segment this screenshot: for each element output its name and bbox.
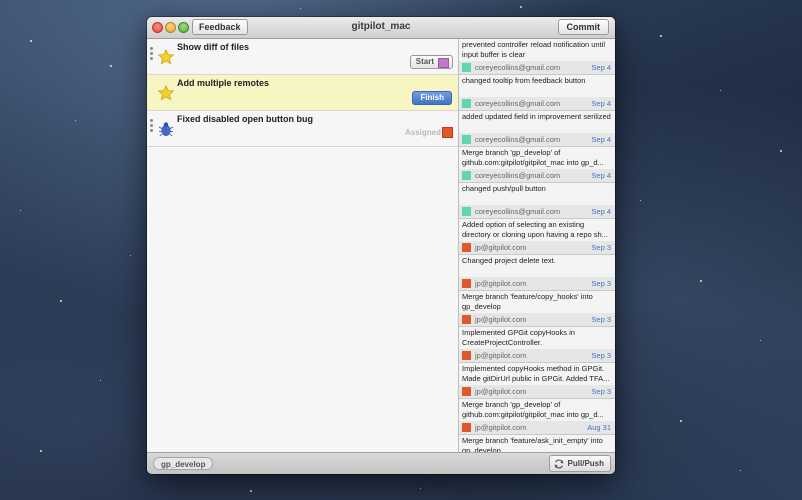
commit-date: Sep 4 bbox=[591, 171, 611, 180]
commit-author: coreyecollins@gmail.com bbox=[475, 99, 561, 108]
commit-date: Sep 3 bbox=[591, 351, 611, 360]
author-color-swatch bbox=[462, 315, 471, 324]
author-color-swatch bbox=[462, 423, 471, 432]
commit-message: Implemented GPGit copyHooks in CreatePro… bbox=[462, 328, 575, 347]
drag-handle[interactable] bbox=[150, 119, 153, 134]
commit-item[interactable]: Merge branch 'feature/ask_init_empty' in… bbox=[459, 435, 615, 452]
commit-date: Sep 3 bbox=[591, 279, 611, 288]
pull-push-button[interactable]: Pull/Push bbox=[548, 455, 611, 472]
commit-date: Sep 3 bbox=[591, 315, 611, 324]
task-item[interactable]: Add multiple remotes Finish bbox=[147, 75, 458, 111]
author-color-swatch bbox=[462, 171, 471, 180]
task-item[interactable]: Show diff of files Start bbox=[147, 39, 458, 75]
finish-task-button[interactable]: Finish bbox=[412, 91, 452, 105]
current-branch-label[interactable]: gp_develop bbox=[153, 457, 214, 470]
commit-date: Sep 3 bbox=[591, 387, 611, 396]
commit-item[interactable]: Merge branch 'feature/copy_hooks' into g… bbox=[459, 291, 615, 327]
assignee-color-swatch bbox=[442, 127, 453, 138]
commit-author: coreyecollins@gmail.com bbox=[475, 135, 561, 144]
commit-item[interactable]: Merge branch 'gp_develop' of github.com:… bbox=[459, 147, 615, 183]
commit-item[interactable]: changed tooltip from feedback button cor… bbox=[459, 75, 615, 111]
author-color-swatch bbox=[462, 279, 471, 288]
author-color-swatch bbox=[462, 207, 471, 216]
commit-message: Merge branch 'gp_develop' of github.com:… bbox=[462, 148, 604, 167]
drag-handle[interactable] bbox=[150, 47, 153, 62]
commit-item[interactable]: prevented controller reload notification… bbox=[459, 39, 615, 75]
commit-message: Changed project delete text. bbox=[462, 256, 556, 265]
commit-author: jp@gitpilot.com bbox=[475, 351, 527, 360]
commit-date: Sep 4 bbox=[591, 99, 611, 108]
commit-author: jp@gitpilot.com bbox=[475, 315, 527, 324]
start-task-button[interactable]: Start bbox=[409, 55, 453, 69]
assignee-color-swatch bbox=[438, 58, 449, 68]
task-status-label: Assigned bbox=[404, 128, 441, 137]
task-title: Add multiple remotes bbox=[177, 78, 270, 88]
commit-message: Merge branch 'gp_develop' of github.com:… bbox=[462, 400, 604, 419]
commit-author: coreyecollins@gmail.com bbox=[475, 171, 561, 180]
commit-author: jp@gitpilot.com bbox=[475, 243, 527, 252]
commit-item[interactable]: changed push/pull button coreyecollins@g… bbox=[459, 183, 615, 219]
task-title: Show diff of files bbox=[177, 42, 249, 52]
bug-icon bbox=[158, 122, 174, 137]
commit-date: Sep 3 bbox=[591, 243, 611, 252]
commit-author: jp@gitpilot.com bbox=[475, 423, 527, 432]
commit-item[interactable]: Implemented copyHooks method in GPGit. M… bbox=[459, 363, 615, 399]
author-color-swatch bbox=[462, 135, 471, 144]
bottom-bar: gp_develop Pull/Push bbox=[147, 452, 615, 474]
commit-date: Sep 4 bbox=[591, 135, 611, 144]
author-color-swatch bbox=[462, 99, 471, 108]
commit-message: changed tooltip from feedback button bbox=[462, 76, 586, 85]
commit-history-list[interactable]: prevented controller reload notification… bbox=[459, 39, 615, 452]
commit-message: added updated field in improvement seril… bbox=[462, 112, 611, 121]
commit-button[interactable]: Commit bbox=[557, 19, 609, 35]
commit-message: Implemented copyHooks method in GPGit. M… bbox=[462, 364, 610, 383]
app-window: Feedback gitpilot_mac Commit Show diff o… bbox=[147, 17, 615, 474]
commit-item[interactable]: Merge branch 'gp_develop' of github.com:… bbox=[459, 399, 615, 435]
sync-icon bbox=[554, 459, 563, 469]
task-title: Fixed disabled open button bug bbox=[177, 114, 313, 124]
task-list: Show diff of files Start Add multiple re… bbox=[147, 39, 459, 452]
star-icon bbox=[158, 49, 174, 65]
author-color-swatch bbox=[462, 387, 471, 396]
commit-date: Sep 4 bbox=[591, 207, 611, 216]
window-title: gitpilot_mac bbox=[351, 21, 411, 32]
commit-message: changed push/pull button bbox=[462, 184, 546, 193]
pull-push-label: Pull/Push bbox=[567, 459, 604, 468]
commit-author: coreyecollins@gmail.com bbox=[475, 63, 561, 72]
commit-item[interactable]: Added option of selecting an existing di… bbox=[459, 219, 615, 255]
commit-author: jp@gitpilot.com bbox=[475, 387, 527, 396]
commit-item[interactable]: added updated field in improvement seril… bbox=[459, 111, 615, 147]
commit-item[interactable]: Implemented GPGit copyHooks in CreatePro… bbox=[459, 327, 615, 363]
commit-author: coreyecollins@gmail.com bbox=[475, 207, 561, 216]
commit-item[interactable]: Changed project delete text. jp@gitpilot… bbox=[459, 255, 615, 291]
commit-message: Added option of selecting an existing di… bbox=[462, 220, 608, 239]
commit-date: Sep 4 bbox=[591, 63, 611, 72]
commit-message: Merge branch 'feature/copy_hooks' into g… bbox=[462, 292, 593, 311]
author-color-swatch bbox=[462, 351, 471, 360]
commit-message: prevented controller reload notification… bbox=[462, 40, 606, 59]
author-color-swatch bbox=[462, 243, 471, 252]
author-color-swatch bbox=[462, 63, 471, 72]
star-icon bbox=[158, 85, 174, 101]
title-bar: Feedback gitpilot_mac Commit bbox=[147, 17, 615, 39]
task-item[interactable]: Fixed disabled open button bug Assigned bbox=[147, 111, 458, 147]
commit-message: Merge branch 'feature/ask_init_empty' in… bbox=[462, 436, 603, 452]
commit-author: jp@gitpilot.com bbox=[475, 279, 527, 288]
commit-date: Aug 31 bbox=[587, 423, 611, 432]
